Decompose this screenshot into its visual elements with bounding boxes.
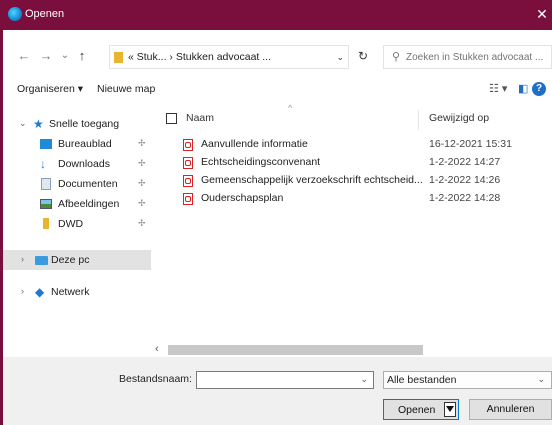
sort-ascending-icon: ^ — [288, 103, 293, 113]
close-icon[interactable]: ✕ — [534, 5, 550, 23]
pdf-file-icon — [183, 193, 193, 205]
refresh-icon[interactable]: ↻ — [358, 49, 368, 63]
open-options-dropdown[interactable] — [444, 402, 456, 417]
column-header-name[interactable]: Naam — [186, 112, 214, 124]
filename-combobox[interactable]: ⌄ — [196, 371, 374, 389]
sidebar-item-label: Netwerk — [51, 286, 90, 298]
documents-icon — [41, 178, 51, 190]
column-header-date[interactable]: Gewijzigd op — [429, 112, 489, 124]
filename-input[interactable] — [200, 373, 350, 387]
footer-panel: Bestandsnaam: ⌄ Alle bestanden ⌄ Openen … — [3, 357, 552, 425]
sidebar-item-deze-pc[interactable]: › Deze pc — [3, 250, 151, 270]
chevron-down-icon[interactable]: ⌄ — [336, 52, 344, 63]
sidebar-item-documenten[interactable]: Documenten ✢ — [3, 174, 151, 194]
desktop-icon — [40, 139, 52, 149]
file-name[interactable]: Ouderschapsplan — [201, 192, 283, 204]
scrollbar-thumb[interactable] — [168, 345, 423, 355]
filename-label: Bestandsnaam: — [119, 373, 192, 385]
view-options-icon[interactable]: ☷ ▾ — [489, 82, 507, 95]
network-icon: ◆ — [35, 285, 45, 299]
preview-pane-icon[interactable]: ◧ — [518, 82, 528, 95]
file-list: ^ Naam Gewijzigd op Aanvullende informat… — [160, 103, 552, 340]
forward-arrow-icon[interactable]: → — [39, 49, 53, 63]
file-date: 1-2-2022 14:27 — [429, 156, 501, 168]
folder-icon — [43, 218, 49, 229]
file-row[interactable]: Ouderschapsplan 1-2-2022 14:28 — [160, 191, 552, 211]
cancel-button[interactable]: Annuleren — [469, 399, 552, 420]
downloads-icon: ↓ — [40, 157, 46, 171]
back-arrow-icon[interactable]: ← — [17, 49, 31, 63]
sidebar-item-label: Deze pc — [51, 254, 90, 266]
chevron-right-icon[interactable]: › — [21, 254, 24, 264]
title-bar: Openen ✕ — [3, 0, 552, 30]
file-row[interactable]: Echtscheidingsconvenant 1-2-2022 14:27 — [160, 155, 552, 175]
sidebar-item-label: Bureaublad — [58, 138, 112, 150]
chevron-down-icon[interactable]: ⌄ — [19, 118, 27, 129]
file-date: 1-2-2022 14:28 — [429, 192, 501, 204]
horizontal-scrollbar[interactable]: ‹ — [151, 343, 552, 357]
window-title: Openen — [25, 8, 65, 20]
chevron-down-icon[interactable]: ⌄ — [537, 374, 545, 385]
chevron-down-icon[interactable]: ⌄ — [360, 374, 368, 385]
dropdown-arrow-icon — [446, 406, 454, 412]
column-divider[interactable] — [418, 110, 419, 130]
help-icon[interactable]: ? — [532, 82, 546, 96]
filetype-select[interactable]: Alle bestanden ⌄ — [383, 371, 552, 389]
sidebar-item-label: DWD — [58, 218, 84, 230]
sidebar-item-downloads[interactable]: ↓ Downloads ✢ — [3, 154, 151, 174]
breadcrumb-path[interactable]: « Stuk... › Stukken advocaat ... — [128, 51, 271, 63]
app-icon — [8, 7, 22, 21]
sidebar-item-label: Afbeeldingen — [58, 198, 120, 210]
folder-icon — [114, 52, 123, 63]
filetype-value: Alle bestanden — [387, 374, 457, 386]
column-header-row: ^ Naam Gewijzigd op — [160, 103, 552, 132]
sidebar-item-dwd[interactable]: DWD ✢ — [3, 214, 151, 234]
chevron-right-icon[interactable]: › — [21, 286, 24, 296]
search-box[interactable]: ⚲ — [383, 45, 552, 69]
pin-icon: ✢ — [138, 218, 146, 228]
pin-icon: ✢ — [138, 198, 146, 208]
scroll-left-icon[interactable]: ‹ — [155, 343, 159, 355]
command-bar: Organiseren ▾ Nieuwe map ☷ ▾ ◧ ? — [3, 80, 552, 100]
new-folder-button[interactable]: Nieuwe map — [97, 83, 155, 95]
pin-icon: ✢ — [138, 178, 146, 188]
file-row[interactable]: Aanvullende informatie 16-12-2021 15:31 — [160, 137, 552, 157]
file-name[interactable]: Aanvullende informatie — [201, 138, 308, 150]
file-name[interactable]: Echtscheidingsconvenant — [201, 156, 320, 168]
search-icon: ⚲ — [392, 51, 401, 63]
file-name[interactable]: Gemeenschappelijk verzoekschrift echtsch… — [201, 174, 423, 186]
open-file-dialog: Openen ✕ ← → ⌄ ↑ « Stuk... › Stukken adv… — [0, 0, 552, 425]
star-icon: ★ — [33, 117, 44, 131]
navigation-pane: ⌄ ★ Snelle toegang Bureaublad ✢ ↓ Downlo… — [3, 106, 151, 340]
open-button[interactable]: Openen — [383, 399, 459, 420]
sidebar-item-label: Snelle toegang — [49, 118, 120, 130]
search-input[interactable] — [406, 49, 552, 65]
file-date: 16-12-2021 15:31 — [429, 138, 512, 150]
sidebar-item-netwerk[interactable]: › ◆ Netwerk — [3, 282, 151, 302]
file-date: 1-2-2022 14:26 — [429, 174, 501, 186]
sidebar-item-afbeeldingen[interactable]: Afbeeldingen ✢ — [3, 194, 151, 214]
pdf-file-icon — [183, 175, 193, 187]
pdf-file-icon — [183, 139, 193, 151]
sidebar-item-label: Downloads — [58, 158, 110, 170]
pin-icon: ✢ — [138, 158, 146, 168]
address-bar: ← → ⌄ ↑ « Stuk... › Stukken advocaat ...… — [3, 44, 552, 70]
file-row[interactable]: Gemeenschappelijk verzoekschrift echtsch… — [160, 173, 552, 193]
select-all-checkbox[interactable] — [166, 113, 177, 124]
pictures-icon — [40, 199, 52, 209]
breadcrumb[interactable]: « Stuk... › Stukken advocaat ... ⌄ — [109, 45, 349, 69]
up-arrow-icon[interactable]: ↑ — [75, 49, 89, 63]
recent-locations-icon[interactable]: ⌄ — [58, 49, 72, 63]
computer-icon — [35, 256, 48, 265]
open-button-label: Openen — [398, 404, 436, 416]
organize-button[interactable]: Organiseren ▾ — [17, 83, 83, 95]
pin-icon: ✢ — [138, 138, 146, 148]
sidebar-item-bureaublad[interactable]: Bureaublad ✢ — [3, 134, 151, 154]
pdf-file-icon — [183, 157, 193, 169]
sidebar-item-label: Documenten — [58, 178, 118, 190]
sidebar-item-quick-access[interactable]: ⌄ ★ Snelle toegang — [3, 114, 151, 134]
